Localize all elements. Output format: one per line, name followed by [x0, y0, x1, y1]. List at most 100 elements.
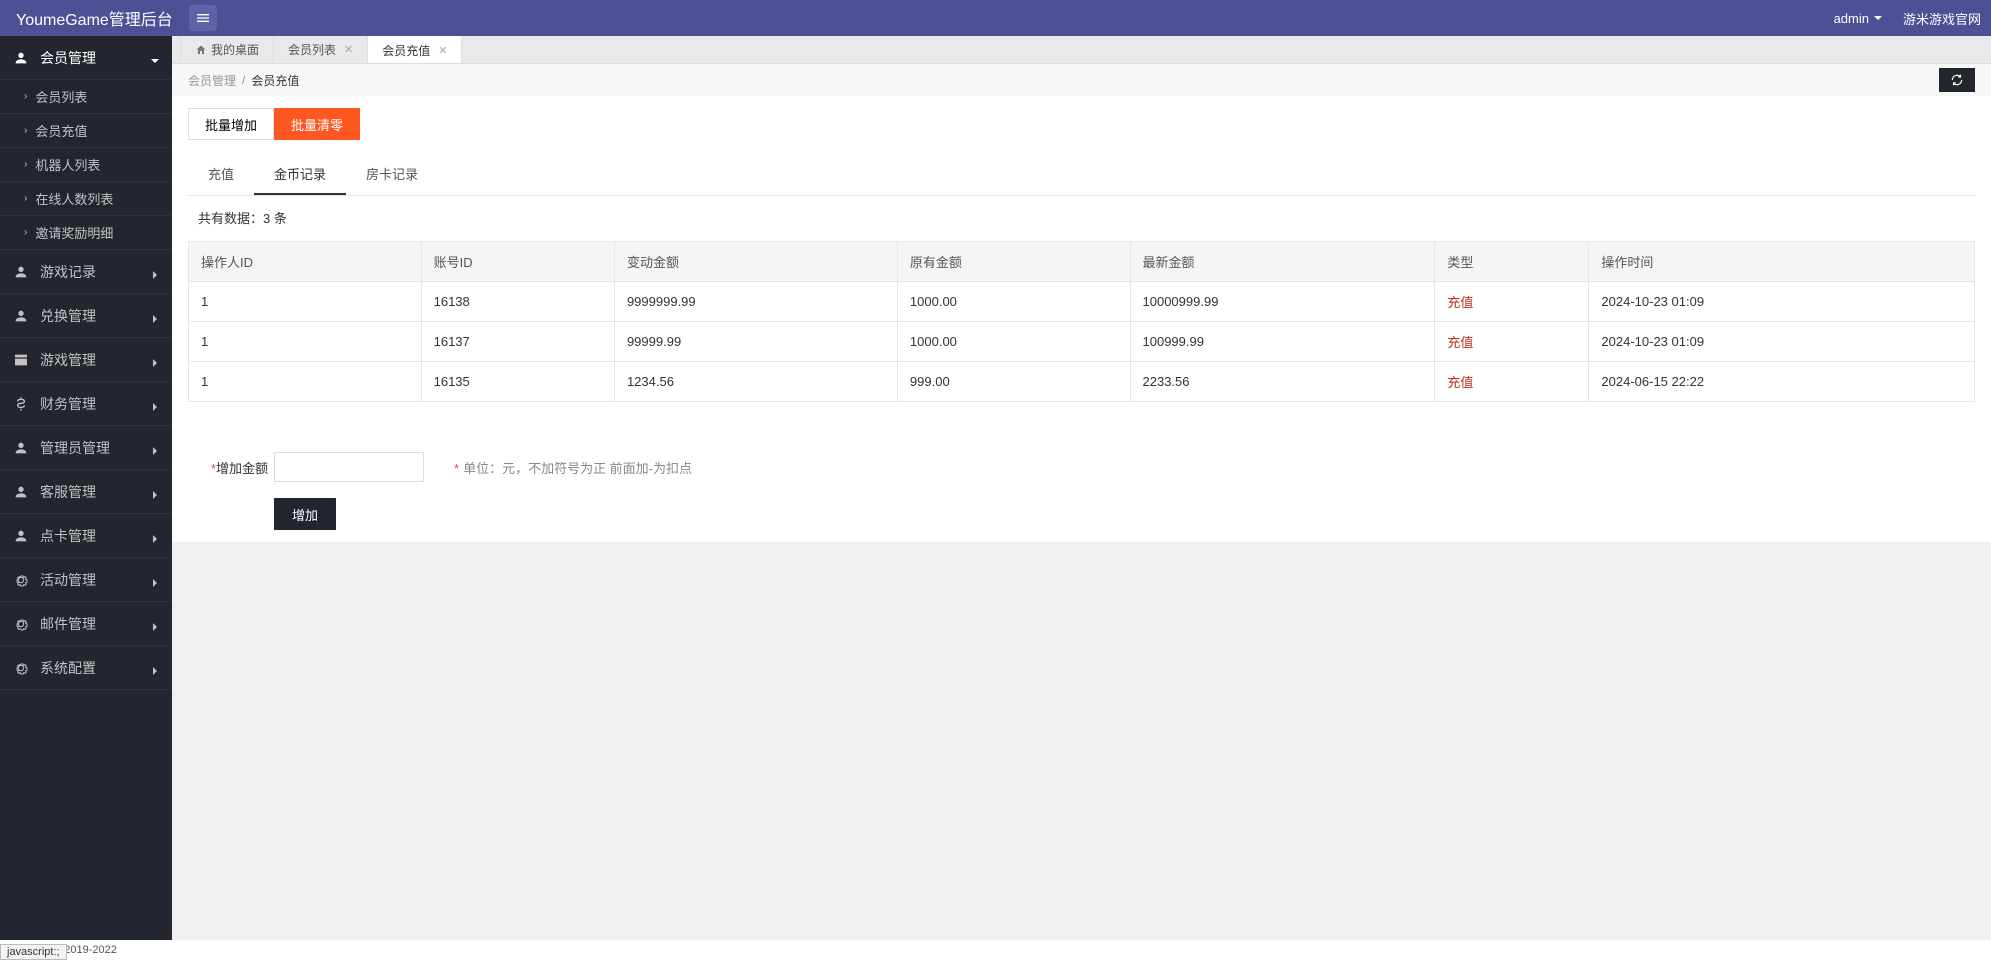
amount-label: *增加金额: [188, 458, 268, 477]
table-cell: 16135: [421, 362, 614, 402]
chevron-icon: [150, 575, 160, 585]
table-cell: 1000.00: [897, 282, 1130, 322]
tabs-bar: 我的桌面会员列表✕会员充值✕: [172, 36, 1991, 64]
chevron-right-icon: ›: [24, 159, 27, 170]
table-row: 1161351234.56999.002233.56充值2024-06-15 2…: [189, 362, 1975, 402]
chevron-icon: [150, 487, 160, 497]
table-header: 账号ID: [421, 242, 614, 282]
chevron-icon: [150, 355, 160, 365]
chevron-right-icon: ›: [24, 125, 27, 136]
chevron-icon: [150, 531, 160, 541]
tab-0[interactable]: 我的桌面: [180, 36, 274, 63]
sidebar-item-3[interactable]: 游戏管理: [0, 338, 172, 382]
table-cell: 充值: [1435, 362, 1589, 402]
official-site-link[interactable]: 游米游戏官网: [1903, 9, 1981, 28]
batch-add-button[interactable]: 批量增加: [188, 108, 274, 140]
table-cell: 9999999.99: [614, 282, 897, 322]
subtab-2[interactable]: 房卡记录: [346, 154, 438, 195]
sidebar-item-label: 游戏管理: [40, 350, 150, 370]
sidebar-item-label: 点卡管理: [40, 526, 150, 546]
sidebar-subitem-0-2[interactable]: ›机器人列表: [0, 148, 172, 182]
sidebar-item-2[interactable]: 兑换管理: [0, 294, 172, 338]
table-cell: 2024-10-23 01:09: [1589, 322, 1975, 362]
batch-clear-button[interactable]: 批量清零: [274, 108, 360, 140]
table-cell: 1000.00: [897, 322, 1130, 362]
content: 批量增加 批量清零 充值金币记录房卡记录 共有数据：3 条 操作人ID账号ID变…: [172, 96, 1991, 542]
amount-input[interactable]: [274, 452, 424, 482]
table-cell: 16138: [421, 282, 614, 322]
table-cell: 2024-06-15 22:22: [1589, 362, 1975, 402]
home-icon: [195, 44, 207, 56]
table-cell: 999.00: [897, 362, 1130, 402]
header: YoumeGame管理后台 admin 游米游戏官网: [0, 0, 1991, 36]
add-submit-button[interactable]: 增加: [274, 498, 336, 530]
sidebar-subitem-label: 邀请奖励明细: [35, 223, 113, 242]
sidebar-item-label: 游戏记录: [40, 262, 150, 282]
tab-2[interactable]: 会员充值✕: [368, 36, 462, 63]
sidebar-subitem-0-4[interactable]: › 邀请奖励明细: [0, 216, 172, 250]
sidebar-subitem-0-1[interactable]: › 会员充值: [0, 114, 172, 148]
tab-label: 会员列表: [288, 41, 336, 58]
tab-close-icon[interactable]: ✕: [438, 44, 447, 57]
sidebar-item-4[interactable]: 财务管理: [0, 382, 172, 426]
tab-close-icon[interactable]: ✕: [344, 43, 353, 56]
table-cell: 16137: [421, 322, 614, 362]
table-cell: 99999.99: [614, 322, 897, 362]
user-icon: [13, 528, 29, 544]
chevron-icon: [150, 619, 160, 629]
records-table: 操作人ID账号ID变动金额原有金额最新金额类型操作时间 116138999999…: [188, 241, 1975, 402]
chevron-icon: [150, 399, 160, 409]
sidebar-subitem-0-0[interactable]: ›会员列表: [0, 80, 172, 114]
table-cell: 2233.56: [1130, 362, 1435, 402]
chevron-icon: [150, 663, 160, 673]
breadcrumb-current: 会员充值: [251, 72, 299, 89]
sidebar-item-10[interactable]: 系统配置: [0, 646, 172, 690]
table-cell: 1: [189, 362, 422, 402]
user-menu[interactable]: admin: [1834, 11, 1883, 26]
sidebar-item-7[interactable]: 点卡管理: [0, 514, 172, 558]
sidebar-item-8[interactable]: 活动管理: [0, 558, 172, 602]
tab-1[interactable]: 会员列表 ✕: [274, 36, 368, 63]
chevron-right-icon: ›: [24, 227, 27, 238]
refresh-button[interactable]: [1939, 68, 1975, 92]
sidebar-item-1[interactable]: 游戏记录: [0, 250, 172, 294]
add-amount-form: *增加金额 *单位：元，不加符号为正 前面加-为扣点 增加: [188, 452, 1975, 530]
chevron-right-icon: ›: [24, 91, 27, 102]
table-cell: 10000999.99: [1130, 282, 1435, 322]
sidebar-item-0[interactable]: 会员管理: [0, 36, 172, 80]
subtab-1[interactable]: 金币记录: [254, 154, 346, 195]
brand-title: YoumeGame管理后台: [10, 6, 179, 30]
caret-down-icon: [1873, 13, 1883, 23]
table-header: 变动金额: [614, 242, 897, 282]
gear-icon: [13, 616, 29, 632]
sidebar-item-label: 活动管理: [40, 570, 150, 590]
sidebar-item-6[interactable]: 客服管理: [0, 470, 172, 514]
table-header: 操作人ID: [189, 242, 422, 282]
sidebar-subitem-label: 会员充值: [35, 121, 87, 140]
sidebar-item-label: 财务管理: [40, 394, 150, 414]
sidebar-item-5[interactable]: 管理员管理: [0, 426, 172, 470]
sidebar-item-9[interactable]: 邮件管理: [0, 602, 172, 646]
chevron-icon: [150, 311, 160, 321]
subtab-0[interactable]: 充值: [188, 154, 254, 195]
table-cell: 2024-10-23 01:09: [1589, 282, 1975, 322]
gear-icon: [13, 572, 29, 588]
breadcrumb-parent: 会员管理: [188, 72, 236, 89]
sidebar-subitem-0-3[interactable]: ›在线人数列表: [0, 182, 172, 216]
main: 我的桌面会员列表✕会员充值✕ 会员管理 / 会员充值 批量增加 批量清零 充值金…: [172, 36, 1991, 940]
menu-icon: [195, 10, 211, 26]
sidebar-subitem-label: 在线人数列表: [35, 189, 113, 208]
amount-hint: *单位：元，不加符号为正 前面加-为扣点: [454, 458, 692, 477]
table-cell: 1: [189, 282, 422, 322]
status-hint: javascript:;: [0, 944, 67, 960]
table-cell: 1: [189, 322, 422, 362]
browser-icon: [13, 352, 29, 368]
user-icon: [13, 308, 29, 324]
chevron-icon: [150, 443, 160, 453]
table-row: 11613799999.991000.00100999.99充值2024-10-…: [189, 322, 1975, 362]
table-header: 类型: [1435, 242, 1589, 282]
table-cell: 充值: [1435, 282, 1589, 322]
sidebar-item-label: 邮件管理: [40, 614, 150, 634]
user-icon: [13, 264, 29, 280]
sidebar-toggle-button[interactable]: [189, 5, 217, 31]
